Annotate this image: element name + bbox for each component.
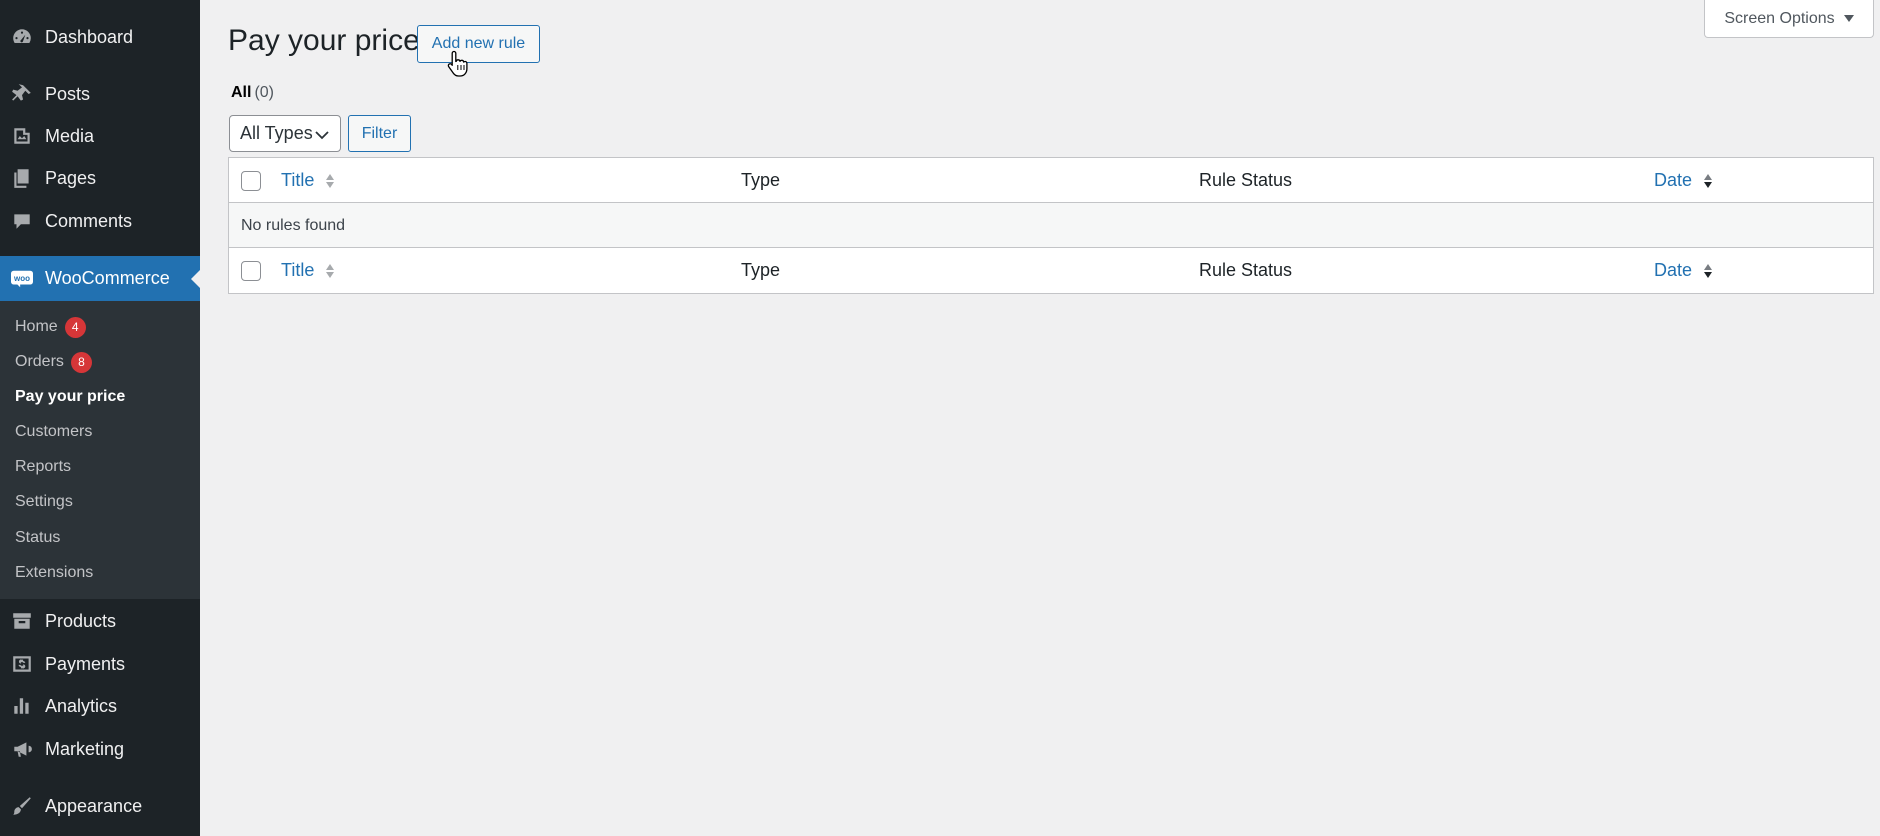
pages-icon: [10, 166, 34, 190]
home-count-badge: 4: [64, 316, 86, 338]
hand-pointer-cursor-icon: [447, 50, 468, 77]
submenu-reports[interactable]: Reports: [15, 456, 71, 478]
table-row: No rules found: [229, 203, 1873, 248]
column-rule-status: Rule Status: [1199, 170, 1293, 190]
sort-icon: [326, 173, 335, 188]
filter-button[interactable]: Filter: [348, 115, 411, 152]
view-filter-all[interactable]: All (0): [231, 84, 274, 102]
table-header-row: Title Type Rule Status Date: [229, 158, 1873, 203]
menu-comments[interactable]: Comments: [0, 202, 200, 240]
dollar-icon: [10, 652, 34, 676]
sort-desc-icon: [1704, 173, 1713, 188]
woo-icon: woo: [10, 267, 34, 291]
menu-marketing[interactable]: Marketing: [0, 730, 200, 768]
menu-dashboard[interactable]: Dashboard: [0, 18, 200, 56]
woocommerce-submenu: Home 4 Orders 8 Pay your price Customers…: [0, 301, 200, 599]
footer-column-type: Type: [741, 260, 781, 280]
submenu-pay-your-price[interactable]: Pay your price: [15, 386, 125, 408]
column-date-sort[interactable]: Date: [1654, 158, 1714, 203]
pin-icon: [10, 82, 34, 106]
footer-column-date-sort[interactable]: Date: [1654, 248, 1714, 293]
footer-column-rule-status: Rule Status: [1199, 260, 1293, 280]
menu-pages-label: Pages: [45, 167, 97, 188]
sort-icon: [326, 263, 335, 278]
column-type: Type: [741, 170, 781, 190]
orders-count-badge: 8: [70, 351, 92, 373]
menu-comments-label: Comments: [45, 210, 133, 231]
menu-woocommerce[interactable]: woo WooCommerce: [0, 256, 200, 301]
menu-woocommerce-label: WooCommerce: [45, 268, 170, 288]
add-new-rule-button[interactable]: Add new rule: [417, 25, 540, 63]
page-title: Pay your price: [228, 24, 420, 57]
rules-table: Title Type Rule Status Date No rules fou…: [228, 157, 1874, 294]
menu-media-label: Media: [45, 125, 95, 146]
menu-products-label: Products: [45, 610, 117, 631]
comment-icon: [10, 209, 34, 233]
submenu-orders[interactable]: Orders 8: [15, 351, 92, 373]
screen-options-button[interactable]: Screen Options: [1704, 0, 1874, 38]
menu-products[interactable]: Products: [0, 602, 200, 640]
type-filter-select[interactable]: All Types: [229, 115, 341, 152]
submenu-customers[interactable]: Customers: [15, 421, 92, 443]
brush-icon: [10, 794, 34, 818]
menu-pages[interactable]: Pages: [0, 159, 200, 197]
menu-payments-label: Payments: [45, 653, 126, 674]
active-indicator: [191, 269, 200, 288]
menu-dashboard-label: Dashboard: [45, 26, 134, 47]
submenu-settings[interactable]: Settings: [15, 491, 73, 513]
select-all-checkbox[interactable]: [241, 171, 261, 191]
all-count: (0): [254, 84, 275, 101]
megaphone-icon: [10, 737, 34, 761]
sort-desc-icon: [1704, 263, 1713, 278]
menu-posts[interactable]: Posts: [0, 75, 200, 113]
admin-sidebar: Dashboard Posts Media Pages Comments woo…: [0, 0, 200, 836]
menu-posts-label: Posts: [45, 83, 91, 104]
caret-down-icon: [1843, 15, 1854, 22]
chart-bar-icon: [10, 694, 34, 718]
footer-column-title-sort[interactable]: Title: [281, 248, 336, 293]
dashboard-icon: [10, 25, 34, 49]
select-all-checkbox-footer[interactable]: [241, 261, 261, 281]
menu-appearance[interactable]: Appearance: [0, 787, 200, 825]
menu-marketing-label: Marketing: [45, 738, 125, 759]
submenu-extensions[interactable]: Extensions: [15, 562, 93, 584]
menu-analytics-label: Analytics: [45, 695, 118, 716]
menu-analytics[interactable]: Analytics: [0, 687, 200, 725]
menu-media[interactable]: Media: [0, 117, 200, 155]
submenu-home[interactable]: Home 4: [15, 316, 86, 338]
chevron-down-icon: [315, 131, 329, 140]
menu-payments[interactable]: Payments: [0, 645, 200, 683]
media-icon: [10, 124, 34, 148]
archive-icon: [10, 609, 34, 633]
table-footer-row: Title Type Rule Status Date: [229, 248, 1873, 293]
submenu-status[interactable]: Status: [15, 527, 60, 549]
column-title-sort[interactable]: Title: [281, 158, 336, 203]
menu-appearance-label: Appearance: [45, 795, 143, 816]
no-rules-message: No rules found: [241, 216, 346, 234]
